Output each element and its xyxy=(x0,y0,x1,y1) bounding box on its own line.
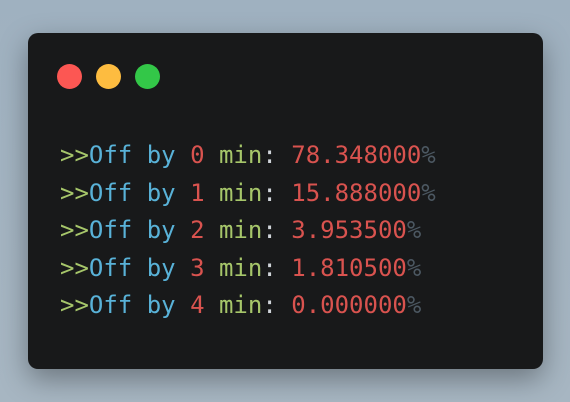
by-keyword: by xyxy=(146,291,176,319)
percentage-value: 0.000000 xyxy=(291,291,407,319)
by-keyword: by xyxy=(146,141,176,169)
terminal-window: >>Off by 0 min: 78.348000% >>Off by 1 mi… xyxy=(28,33,543,369)
prompt-marker: >> xyxy=(60,178,89,207)
prompt-marker: >> xyxy=(60,216,89,244)
colon: : xyxy=(262,291,277,319)
percentage-value: 15.888000 xyxy=(291,178,422,207)
terminal-output: >>Off by 0 min: 78.348000% >>Off by 1 mi… xyxy=(60,137,436,325)
output-line: >>Off by 2 min: 3.953500% xyxy=(60,212,436,250)
zoom-button[interactable] xyxy=(135,63,160,89)
minutes-offset: 0 xyxy=(190,141,205,169)
percentage-value: 78.348000 xyxy=(291,141,422,169)
prompt-marker: >> xyxy=(60,141,89,169)
output-line: >>Off by 1 min: 15.888000% xyxy=(60,175,436,213)
colon: : xyxy=(262,178,277,207)
window-controls xyxy=(57,63,160,89)
percentage-value: 3.953500 xyxy=(291,216,407,244)
min-label: min xyxy=(218,291,263,319)
off-keyword: Off xyxy=(88,216,133,244)
output-line: >>Off by 0 min: 78.348000% xyxy=(60,137,436,175)
percent-sign: % xyxy=(406,253,422,282)
percent-sign: % xyxy=(421,141,436,169)
minutes-offset: 2 xyxy=(190,216,205,244)
percent-sign: % xyxy=(406,291,422,319)
prompt-marker: >> xyxy=(60,291,89,319)
by-keyword: by xyxy=(146,253,176,282)
percentage-value: 1.810500 xyxy=(291,253,407,282)
min-label: min xyxy=(218,216,263,244)
min-label: min xyxy=(218,141,263,169)
close-button[interactable] xyxy=(57,63,82,89)
minimize-button[interactable] xyxy=(96,63,121,89)
off-keyword: Off xyxy=(88,141,133,169)
min-label: min xyxy=(218,178,263,207)
colon: : xyxy=(262,253,277,282)
off-keyword: Off xyxy=(88,253,133,282)
off-keyword: Off xyxy=(88,178,133,207)
percent-sign: % xyxy=(406,216,422,244)
minutes-offset: 3 xyxy=(190,253,205,282)
min-label: min xyxy=(218,253,263,282)
colon: : xyxy=(262,141,277,169)
colon: : xyxy=(262,216,277,244)
minutes-offset: 1 xyxy=(190,178,205,207)
off-keyword: Off xyxy=(88,291,133,319)
output-line: >>Off by 3 min: 1.810500% xyxy=(60,250,436,288)
output-line: >>Off by 4 min: 0.000000% xyxy=(60,287,436,325)
by-keyword: by xyxy=(146,216,176,244)
by-keyword: by xyxy=(146,178,176,207)
prompt-marker: >> xyxy=(60,253,89,282)
percent-sign: % xyxy=(421,178,436,207)
minutes-offset: 4 xyxy=(190,291,205,319)
